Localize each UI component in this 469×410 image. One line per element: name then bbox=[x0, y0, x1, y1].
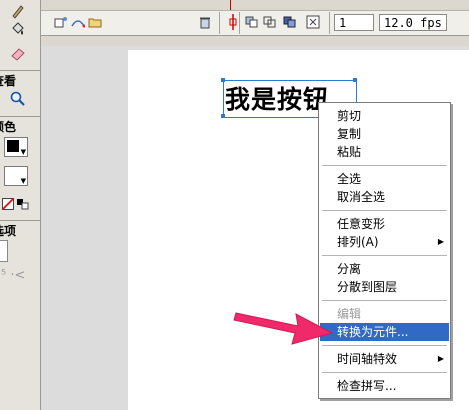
dropdown-arrow-icon: ▼ bbox=[20, 148, 26, 156]
menu-separator bbox=[322, 255, 447, 256]
fill-color-button[interactable]: ▼ bbox=[4, 166, 28, 186]
tools-panel: 查看 颜色 ▼ ▼ 选项 ⁵ ·< bbox=[0, 0, 41, 410]
onion-skin-icon[interactable] bbox=[244, 14, 260, 30]
options-field[interactable] bbox=[0, 240, 8, 262]
current-frame-field[interactable]: 1 bbox=[334, 14, 374, 31]
timeline-footer bbox=[41, 36, 469, 46]
menu-item-cut[interactable]: 剪切 bbox=[320, 107, 449, 125]
onion-skin-outlines-icon[interactable] bbox=[262, 14, 278, 30]
timeline-header bbox=[41, 0, 469, 11]
timeline-panel: 1 12.0 fps bbox=[41, 0, 469, 46]
insert-layer-icon[interactable] bbox=[53, 14, 69, 30]
edit-multiple-frames-icon[interactable] bbox=[282, 14, 298, 30]
menu-separator bbox=[322, 345, 447, 346]
menu-item-timeline-effects-label: 时间轴特效 bbox=[337, 352, 398, 366]
menu-item-copy[interactable]: 复制 bbox=[320, 125, 449, 143]
delete-layer-icon[interactable] bbox=[197, 14, 213, 30]
frame-rate-field[interactable]: 12.0 fps bbox=[379, 14, 447, 31]
menu-item-distribute-to-layers[interactable]: 分散到图层 bbox=[320, 278, 449, 296]
add-motion-guide-icon[interactable] bbox=[70, 14, 86, 30]
no-color-icon[interactable] bbox=[0, 193, 16, 215]
smooth-option-icon[interactable]: ⁵ ·< bbox=[1, 268, 25, 283]
menu-separator bbox=[322, 210, 447, 211]
zoom-icon[interactable] bbox=[4, 88, 32, 110]
stroke-color-swatch bbox=[7, 140, 19, 152]
insert-folder-icon[interactable] bbox=[87, 14, 103, 30]
menu-item-arrange[interactable]: 排列(A) ▶ bbox=[320, 233, 449, 251]
menu-separator bbox=[322, 165, 447, 166]
menu-item-check-spelling[interactable]: 检查拼写... bbox=[320, 377, 449, 395]
paint-bucket-icon[interactable] bbox=[4, 18, 32, 40]
selection-handle[interactable] bbox=[353, 78, 357, 82]
submenu-arrow-icon: ▶ bbox=[437, 354, 444, 363]
selection-handle[interactable] bbox=[221, 78, 225, 82]
submenu-arrow-icon: ▶ bbox=[437, 237, 444, 246]
view-section-label: 查看 bbox=[0, 70, 40, 89]
menu-separator bbox=[322, 300, 447, 301]
fill-color-swatch bbox=[7, 169, 19, 181]
menu-item-timeline-effects[interactable]: 时间轴特效 ▶ bbox=[320, 350, 449, 368]
modify-onion-markers-icon[interactable] bbox=[305, 14, 321, 30]
menu-item-arrange-label: 排列(A) bbox=[337, 235, 379, 249]
stroke-color-button[interactable]: ▼ bbox=[4, 137, 28, 157]
playhead-line bbox=[230, 0, 231, 10]
menu-item-break-apart[interactable]: 分离 bbox=[320, 260, 449, 278]
menu-item-free-transform[interactable]: 任意变形 bbox=[320, 215, 449, 233]
context-menu: 剪切 复制 粘贴 全选 取消全选 任意变形 排列(A) ▶ 分离 分散到图层 编… bbox=[318, 102, 451, 399]
swap-colors-icon[interactable] bbox=[15, 193, 31, 215]
options-section-label: 选项 bbox=[0, 220, 40, 239]
menu-separator bbox=[322, 372, 447, 373]
color-section-label: 颜色 bbox=[0, 116, 40, 135]
annotation-arrow-icon bbox=[233, 312, 334, 345]
dropdown-arrow-icon: ▼ bbox=[20, 177, 26, 185]
menu-item-paste[interactable]: 粘贴 bbox=[320, 143, 449, 161]
eraser-icon[interactable] bbox=[4, 42, 32, 64]
menu-item-deselect-all[interactable]: 取消全选 bbox=[320, 188, 449, 206]
menu-item-select-all[interactable]: 全选 bbox=[320, 170, 449, 188]
